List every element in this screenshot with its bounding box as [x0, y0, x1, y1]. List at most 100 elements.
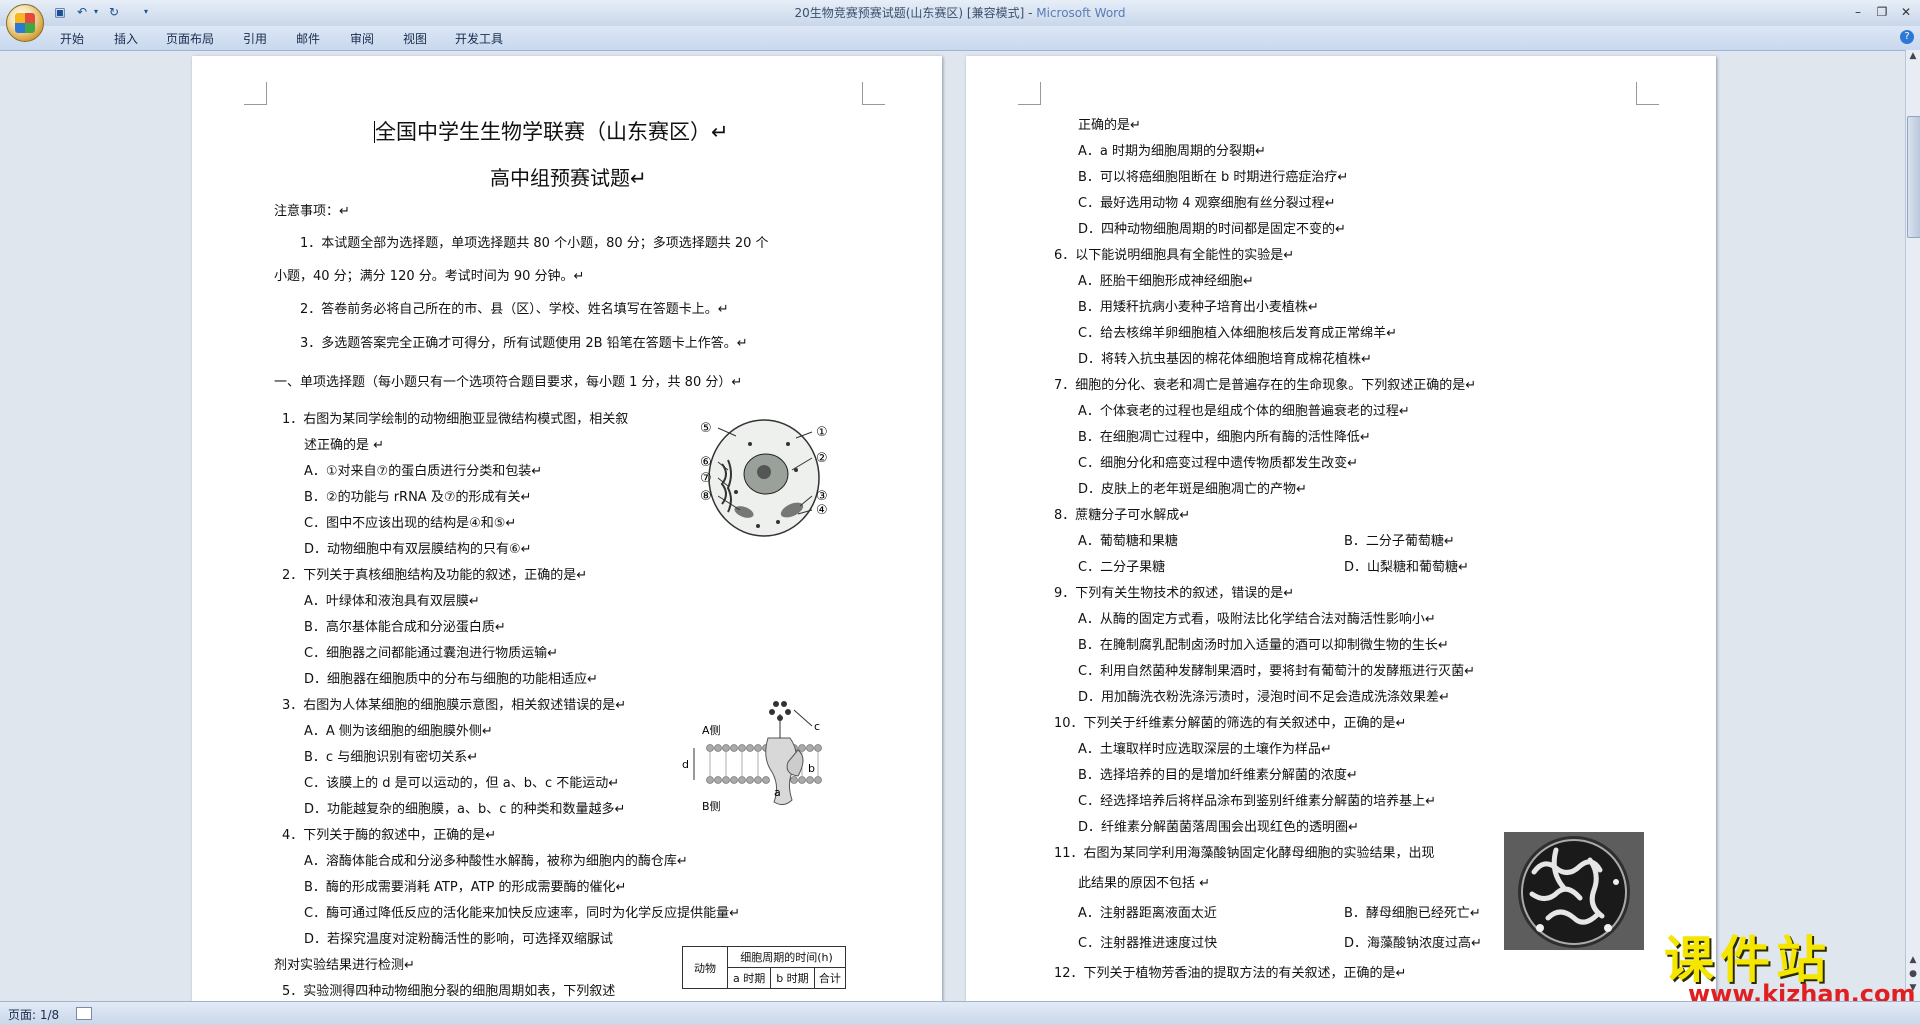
document-page-2: 正确的是↵ A．a 时期为细胞周期的分裂期↵ B．可以将癌细胞阻断在 b 时期进… — [966, 56, 1716, 1002]
answer-option: A．个体衰老的过程也是组成个体的细胞普遍衰老的过程↵ — [1078, 404, 1410, 419]
answer-option: C．图中不应该出现的结构是④和⑤↵ — [304, 516, 517, 531]
table-header: b 时期 — [770, 967, 815, 989]
question-stem: 8．蔗糖分子可水解成↵ — [1054, 508, 1191, 523]
cell-label: ⑤ — [700, 421, 712, 436]
tab-mailings[interactable]: 邮件 — [296, 30, 320, 47]
cell-label: ① — [816, 425, 828, 440]
answer-option: B．可以将癌细胞阻断在 b 时期进行癌症治疗↵ — [1078, 170, 1349, 185]
page-indicator[interactable]: 页面: 1/8 — [8, 1006, 59, 1023]
section-heading: 一、单项选择题（每小题只有一个选项符合题目要求，每小题 1 分，共 80 分）↵ — [274, 375, 743, 390]
previous-page-icon[interactable]: ▲ — [1907, 954, 1919, 966]
exam-title: 全国中学生生物学联赛（山东赛区）↵ — [374, 120, 729, 144]
answer-option: A．A 侧为该细胞的细胞膜外侧↵ — [304, 724, 493, 739]
crop-mark — [862, 82, 885, 105]
answer-option: B．高尔基体能合成和分泌蛋白质↵ — [304, 620, 506, 635]
answer-option: D．皮肤上的老年斑是细胞凋亡的产物↵ — [1078, 482, 1307, 497]
table-header: 合计 — [813, 967, 847, 989]
answer-option: D．四种动物细胞周期的时间都是固定不变的↵ — [1078, 222, 1346, 237]
proofing-icon[interactable] — [76, 1007, 92, 1020]
status-bar: 页面: 1/8 — [0, 1001, 1920, 1025]
tab-insert[interactable]: 插入 — [114, 30, 138, 47]
answer-option: A．溶酶体能合成和分泌多种酸性水解酶，被称为细胞内的酶仓库↵ — [304, 854, 688, 869]
answer-option: A．土壤取样时应选取深层的土壤作为样品↵ — [1078, 742, 1332, 757]
question-stem: 10．下列关于纤维素分解菌的筛选的有关叙述中，正确的是↵ — [1054, 716, 1407, 731]
tab-references[interactable]: 引用 — [243, 30, 267, 47]
answer-option: B．在腌制腐乳配制卤汤时加入适量的酒可以抑制微生物的生长↵ — [1078, 638, 1449, 653]
tab-view[interactable]: 视图 — [403, 30, 427, 47]
answer-option: B．酵母细胞已经死亡↵ — [1344, 906, 1481, 921]
cell-label: ⑦ — [700, 471, 712, 486]
answer-option: B．在细胞凋亡过程中，细胞内所有酶的活性降低↵ — [1078, 430, 1371, 445]
ribbon-tabs: 开始 插入 页面布局 引用 邮件 审阅 视图 开发工具 ? — [0, 26, 1920, 51]
paragraph: 注意事项：↵ — [274, 204, 350, 219]
tab-home[interactable]: 开始 — [60, 30, 84, 47]
membrane-label: d — [682, 758, 689, 771]
answer-option: C．酶可通过降低反应的活化能来加快反应速率，同时为化学反应提供能量↵ — [304, 906, 740, 921]
paragraph: 1．本试题全部为选择题，单项选择题共 80 个小题，80 分；多项选择题共 20… — [300, 236, 769, 251]
answer-option: B．选择培养的目的是增加纤维素分解菌的浓度↵ — [1078, 768, 1358, 783]
answer-option: A．葡萄糖和果糖 — [1078, 534, 1178, 549]
answer-option: A．①对来自⑦的蛋白质进行分类和包装↵ — [304, 464, 543, 479]
select-browse-icon[interactable]: ● — [1907, 968, 1919, 980]
membrane-label: B侧 — [702, 800, 721, 812]
scroll-thumb[interactable] — [1907, 116, 1920, 238]
answer-option: D．若探究温度对淀粉酶活性的影响，可选择双缩脲试 — [304, 932, 614, 947]
exam-subtitle: 高中组预赛试题↵ — [490, 166, 647, 190]
answer-option: B．c 与细胞识别有密切关系↵ — [304, 750, 479, 765]
answer-option: A．胚胎干细胞形成神经细胞↵ — [1078, 274, 1254, 289]
answer-option: D．纤维素分解菌菌落周围会出现红色的透明圈↵ — [1078, 820, 1359, 835]
answer-option: 剂对实验结果进行检测↵ — [274, 958, 415, 973]
vertical-scrollbar[interactable]: ▲ ▲ ● ▼ — [1905, 50, 1920, 1002]
document-title: 20生物竞赛预赛试题(山东赛区) [兼容模式] - — [794, 6, 1037, 20]
answer-option: C．利用自然菌种发酵制果酒时，要将封有葡萄汁的发酵瓶进行灭菌↵ — [1078, 664, 1475, 679]
paragraph: 2．答卷前务必将自己所在的市、县（区）、学校、姓名填写在答题卡上。↵ — [300, 302, 729, 317]
question-stem: 6．以下能说明细胞具有全能性的实验是↵ — [1054, 248, 1295, 263]
tab-developer[interactable]: 开发工具 — [455, 30, 503, 47]
membrane-label: c — [814, 720, 820, 733]
close-icon[interactable]: ✕ — [1896, 3, 1916, 21]
answer-option: C．细胞器之间都能通过囊泡进行物质运输↵ — [304, 646, 558, 661]
cell-cycle-table: 动物 细胞周期的时间(h) a 时期 b 时期 合计 — [682, 946, 847, 989]
question-stem: 9．下列有关生物技术的叙述，错误的是↵ — [1054, 586, 1295, 601]
table-header: 动物 — [682, 946, 728, 989]
answer-option: D．海藻酸钠浓度过高↵ — [1344, 936, 1482, 951]
cell-membrane-diagram: A侧 B侧 c d a b — [682, 701, 822, 812]
answer-option: B．②的功能与 rRNA 及⑦的形成有关↵ — [304, 490, 532, 505]
cell-label: ⑥ — [700, 455, 712, 470]
table-header: a 时期 — [726, 967, 772, 989]
answer-option: C．最好选用动物 4 观察细胞有丝分裂过程↵ — [1078, 196, 1336, 211]
office-button[interactable] — [6, 4, 44, 42]
cell-label: ② — [816, 451, 828, 466]
animal-cell-diagram: ⑤ ① ⑥ ② ⑦ ⑧ ③ ④ — [700, 419, 828, 537]
tab-review[interactable]: 审阅 — [350, 30, 374, 47]
tab-page-layout[interactable]: 页面布局 — [166, 30, 214, 47]
minimize-icon[interactable]: – — [1848, 3, 1868, 21]
cell-label: ③ — [816, 489, 828, 504]
title-bar: ▣ ↶ ▾ ↻ ▾ 20生物竞赛预赛试题(山东赛区) [兼容模式] - Micr… — [0, 0, 1920, 42]
question-stem: 2．下列关于真核细胞结构及功能的叙述，正确的是↵ — [282, 568, 588, 583]
cell-label: ④ — [816, 503, 828, 518]
answer-option: D．用加酶洗衣粉洗涤污渍时，浸泡时间不足会造成洗涤效果差↵ — [1078, 690, 1450, 705]
answer-option: D．细胞器在细胞质中的分布与细胞的功能相适应↵ — [304, 672, 598, 687]
question-stem: 4．下列关于酶的叙述中，正确的是↵ — [282, 828, 497, 843]
question-stem: 12．下列关于植物芳香油的提取方法的有关叙述，正确的是↵ — [1054, 966, 1407, 981]
crop-mark — [1018, 82, 1041, 105]
membrane-label: b — [808, 762, 815, 775]
scroll-up-icon[interactable]: ▲ — [1907, 50, 1919, 62]
answer-option: C．细胞分化和癌变过程中遗传物质都发生改变↵ — [1078, 456, 1358, 471]
answer-option: A．叶绿体和液泡具有双层膜↵ — [304, 594, 480, 609]
answer-option: D．山梨糖和葡萄糖↵ — [1344, 560, 1469, 575]
question-stem: 1．右图为某同学绘制的动物细胞亚显微结构模式图，相关叙 — [282, 412, 629, 427]
help-icon[interactable]: ? — [1900, 30, 1914, 44]
answer-option: A．从酶的固定方式看，吸附法比化学结合法对酶活性影响小↵ — [1078, 612, 1436, 627]
restore-icon[interactable]: ❐ — [1872, 3, 1892, 21]
app-name: Microsoft Word — [1036, 6, 1126, 20]
question-stem: 11．右图为某同学利用海藻酸钠固定化酵母细胞的实验结果，出现 — [1054, 846, 1435, 861]
answer-option: B．二分子葡萄糖↵ — [1344, 534, 1455, 549]
question-stem: 此结果的原因不包括 ↵ — [1078, 876, 1211, 891]
answer-option: D．功能越复杂的细胞膜，a、b、c 的种类和数量越多↵ — [304, 802, 626, 817]
window-title: 20生物竞赛预赛试题(山东赛区) [兼容模式] - Microsoft Word — [0, 0, 1920, 26]
cell-label: ⑧ — [700, 489, 712, 504]
question-stem: 正确的是↵ — [1078, 118, 1141, 133]
paragraph: 小题，40 分；满分 120 分。考试时间为 90 分钟。↵ — [274, 269, 585, 284]
